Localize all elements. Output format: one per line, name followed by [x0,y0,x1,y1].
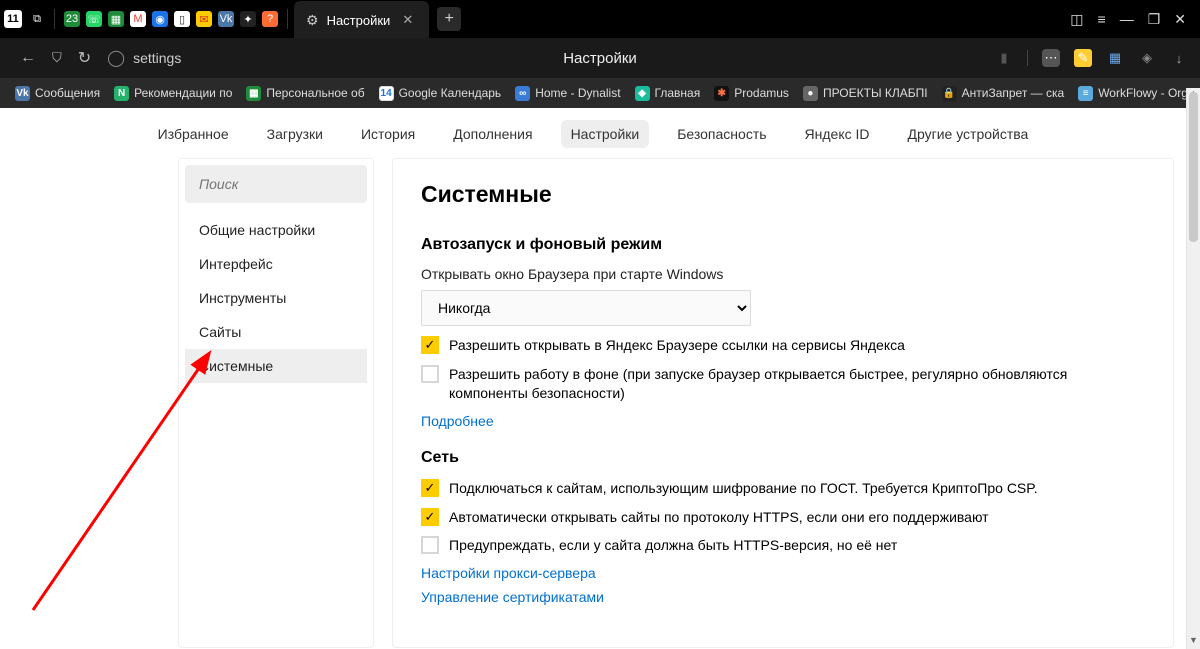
sidebar-item-system[interactable]: Системные [185,349,367,383]
startup-dropdown[interactable]: Никогда [421,290,751,326]
address-bar[interactable]: settings [133,50,181,66]
checkbox-label: Разрешить открывать в Яндекс Браузере сс… [449,336,905,355]
checkbox-row-yandex-links[interactable]: ✓ Разрешить открывать в Яндекс Браузере … [421,336,1145,355]
bookmark-item[interactable]: VkСообщения [8,86,107,101]
site-icon[interactable]: ◯ [99,48,133,68]
pinned-tab-vk[interactable]: Vk [218,11,234,27]
back-button[interactable]: ← [12,49,44,67]
tab-other-devices[interactable]: Другие устройства [898,120,1039,148]
gear-icon: ⚙ [306,12,319,29]
bookmark-item[interactable]: ●ПРОЕКТЫ КЛАБПI [796,86,935,101]
browser-tab-settings[interactable]: ⚙ Настройки ✕ [294,1,429,39]
bookmark-item[interactable]: ▦Персональное об [239,86,371,101]
vertical-scrollbar[interactable]: ▲ ▼ [1186,88,1200,649]
bookmarks-bar: VkСообщения NРекомендации по ▦Персональн… [0,78,1200,108]
scroll-down-icon[interactable]: ▼ [1187,635,1200,649]
pinned-tab-sheets[interactable]: ▦ [108,11,124,27]
pinned-tab-mail[interactable]: ✉ [196,11,212,27]
close-icon[interactable]: ✕ [398,12,417,28]
checkbox[interactable]: ✓ [421,479,439,497]
settings-top-tabs: Избранное Загрузки История Дополнения На… [0,108,1186,158]
bookmark-item[interactable]: ◆Главная [628,86,708,101]
tab-history[interactable]: История [351,120,425,148]
learn-more-link[interactable]: Подробнее [421,413,1145,429]
bookmark-item[interactable]: ✱Prodamus [707,86,796,101]
checkbox[interactable] [421,365,439,383]
checkbox-row-https-auto[interactable]: ✓ Автоматически открывать сайты по прото… [421,508,1145,527]
tab-settings[interactable]: Настройки [561,120,650,148]
ext-icon-3[interactable]: ◈ [1138,49,1156,67]
section-title-network: Сеть [421,449,1145,467]
pane-heading: Системные [421,181,1145,208]
browser-toolbar: ← ⛉ ↻ ◯ settings Настройки ▮ ⋯ ✎ ▦ ◈ ↓ [0,38,1200,78]
page-title: Настройки [563,50,637,67]
downloads-icon[interactable]: ↓ [1170,49,1188,67]
pinned-tab-blue[interactable]: ◉ [152,11,168,27]
checkbox[interactable]: ✓ [421,508,439,526]
bookmark-item[interactable]: ∞Home - Dynalist [508,86,627,101]
panel-icon[interactable]: ◫ [1070,11,1083,28]
close-button[interactable]: ✕ [1174,11,1186,28]
scrollbar-thumb[interactable] [1189,92,1198,242]
tab-count-badge[interactable]: 11 [4,10,22,28]
translate-icon[interactable]: ⋯ [1042,49,1060,67]
bookmark-item[interactable]: 14Google Календарь [372,86,509,101]
pinned-tab-orange[interactable]: ? [262,11,278,27]
tab-downloads[interactable]: Загрузки [257,120,333,148]
page-content: Избранное Загрузки История Дополнения На… [0,108,1186,649]
tab-title: Настройки [327,13,391,28]
bookmark-icon[interactable]: ▮ [995,49,1013,67]
window-titlebar: 11 ⧉ 23 ☏ ▦ M ◉ ▯ ✉ Vk ✦ ? ⚙ Настройки ✕… [0,0,1200,38]
pinned-tab-whatsapp[interactable]: ☏ [86,11,102,27]
checkbox-row-background[interactable]: Разрешить работу в фоне (при запуске бра… [421,365,1145,403]
minimize-button[interactable]: — [1120,11,1134,27]
separator [54,9,55,29]
sidebar-item-tools[interactable]: Инструменты [185,281,367,315]
separator [1027,50,1028,66]
startup-sublabel: Открывать окно Браузера при старте Windo… [421,266,1145,282]
checkbox[interactable] [421,536,439,554]
section-title-startup: Автозапуск и фоновый режим [421,236,1145,254]
checkbox-row-https-warn[interactable]: Предупреждать, если у сайта должна быть … [421,536,1145,555]
checkbox-label: Автоматически открывать сайты по протоко… [449,508,989,527]
bookmark-item[interactable]: 🔒АнтиЗапрет — ска [935,86,1072,101]
tab-security[interactable]: Безопасность [667,120,776,148]
ext-icon-2[interactable]: ▦ [1106,49,1124,67]
new-window-icon[interactable]: ⧉ [29,11,45,27]
pinned-tab-star[interactable]: ✦ [240,11,256,27]
settings-main: Общие настройки Интерфейс Инструменты Са… [178,158,1186,648]
settings-sidebar: Общие настройки Интерфейс Инструменты Са… [178,158,374,648]
new-tab-button[interactable]: + [437,7,461,31]
settings-pane: Системные Автозапуск и фоновый режим Отк… [392,158,1174,648]
bookmark-item[interactable]: ≡WorkFlowy - Orga [1071,86,1200,101]
titlebar-left-group: 11 ⧉ 23 ☏ ▦ M ◉ ▯ ✉ Vk ✦ ? ⚙ Настройки ✕… [0,0,461,38]
toolbar-right: ▮ ⋯ ✎ ▦ ◈ ↓ [995,49,1188,67]
checkbox-label: Предупреждать, если у сайта должна быть … [449,536,897,555]
sidebar-item-sites[interactable]: Сайты [185,315,367,349]
window-controls: ◫ ≡ — ❐ ✕ [1070,11,1200,28]
maximize-button[interactable]: ❐ [1148,11,1161,28]
pinned-tab-calendar[interactable]: 23 [64,11,80,27]
checkbox-row-gost[interactable]: ✓ Подключаться к сайтам, использующим ши… [421,479,1145,498]
separator [287,9,288,29]
ext-icon-1[interactable]: ✎ [1074,49,1092,67]
pinned-tab-doc[interactable]: ▯ [174,11,190,27]
checkbox-label: Подключаться к сайтам, использующим шифр… [449,479,1038,498]
bookmark-item[interactable]: NРекомендации по [107,86,239,101]
search-input[interactable] [185,165,367,203]
tab-addons[interactable]: Дополнения [443,120,542,148]
checkbox-label: Разрешить работу в фоне (при запуске бра… [449,365,1145,403]
pinned-tab-gmail[interactable]: M [130,11,146,27]
certificates-link[interactable]: Управление сертификатами [421,589,1145,605]
sidebar-item-interface[interactable]: Интерфейс [185,247,367,281]
checkbox[interactable]: ✓ [421,336,439,354]
reload-button[interactable]: ↻ [70,48,99,68]
sidebar-item-general[interactable]: Общие настройки [185,213,367,247]
shield-icon[interactable]: ⛉ [44,50,70,66]
tab-yandex-id[interactable]: Яндекс ID [795,120,880,148]
tab-favorites[interactable]: Избранное [148,120,239,148]
proxy-settings-link[interactable]: Настройки прокси-сервера [421,565,1145,581]
menu-icon[interactable]: ≡ [1098,11,1106,27]
